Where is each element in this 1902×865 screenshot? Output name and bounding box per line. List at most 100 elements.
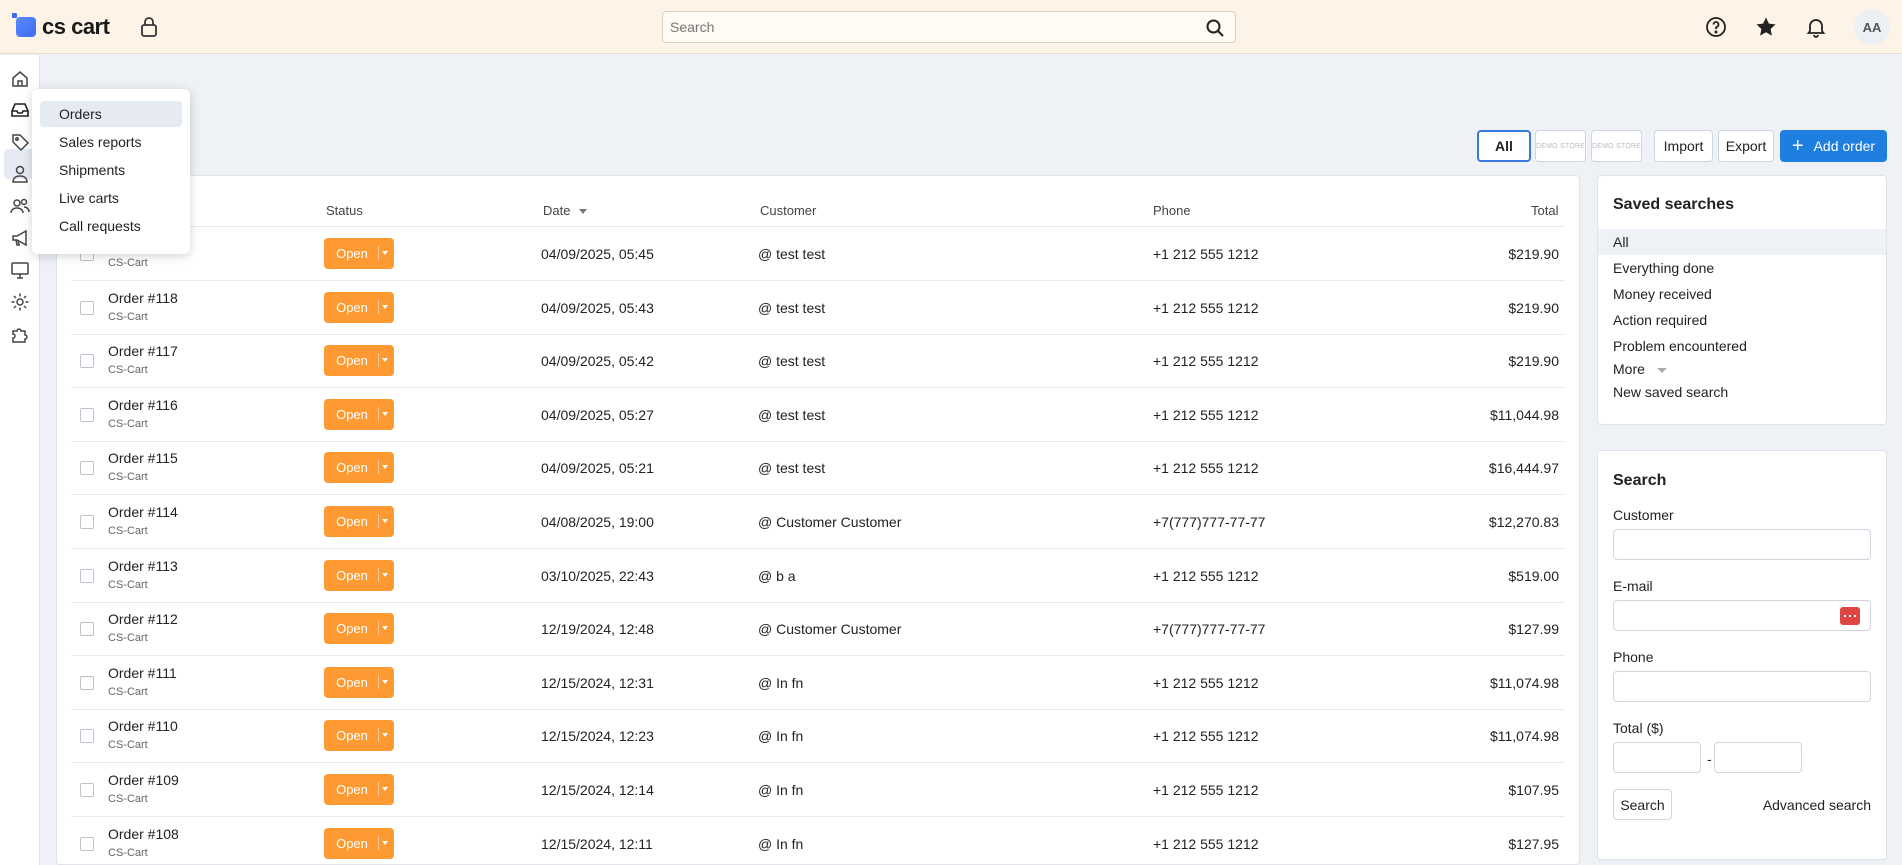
table-row[interactable]: Order #118 CS-Cart Open 04/09/2025, 05:43 @ … bbox=[71, 281, 1565, 335]
order-customer[interactable]: @ b a bbox=[758, 568, 796, 584]
order-customer[interactable]: @ test test bbox=[758, 300, 825, 316]
order-link[interactable]: Order #114 bbox=[108, 504, 178, 520]
row-checkbox[interactable] bbox=[80, 515, 94, 529]
row-checkbox[interactable] bbox=[80, 461, 94, 476]
order-customer[interactable]: @ test test bbox=[758, 460, 825, 476]
status-dropdown[interactable]: Open bbox=[324, 238, 394, 269]
user-icon[interactable] bbox=[10, 164, 30, 184]
order-link[interactable]: Order #116 bbox=[108, 397, 178, 413]
saved-search-money-received[interactable]: Money received bbox=[1598, 281, 1886, 307]
saved-search-everything-done[interactable]: Everything done bbox=[1598, 255, 1886, 281]
gear-icon[interactable] bbox=[10, 292, 30, 312]
status-dropdown[interactable]: Open bbox=[324, 720, 394, 752]
tag-icon[interactable] bbox=[10, 132, 30, 152]
header-date[interactable]: Date bbox=[543, 203, 588, 218]
export-button[interactable]: Export bbox=[1718, 130, 1774, 162]
order-customer[interactable]: @ Customer Customer bbox=[758, 514, 901, 530]
global-search-input[interactable] bbox=[663, 12, 1235, 42]
phone-input[interactable] bbox=[1614, 672, 1870, 701]
order-customer[interactable]: @ test test bbox=[758, 246, 825, 262]
customer-input[interactable] bbox=[1614, 530, 1870, 559]
menu-item-sales-reports[interactable]: Sales reports bbox=[40, 129, 182, 155]
table-row[interactable]: Order #116 CS-Cart Open 04/09/2025, 05:27 @ … bbox=[71, 388, 1565, 442]
new-saved-search-link[interactable]: New saved search bbox=[1598, 379, 1886, 405]
status-dropdown[interactable]: Open bbox=[324, 452, 394, 484]
inbox-icon[interactable] bbox=[10, 100, 30, 120]
order-link[interactable]: Order #108 bbox=[108, 826, 179, 842]
table-row[interactable]: Order #117 CS-Cart Open 04/09/2025, 05:42 @ … bbox=[71, 334, 1565, 389]
row-checkbox[interactable] bbox=[80, 622, 94, 637]
order-customer[interactable]: @ test test bbox=[758, 353, 825, 369]
menu-item-call-requests[interactable]: Call requests bbox=[40, 213, 182, 239]
users-icon[interactable] bbox=[10, 196, 30, 216]
help-icon[interactable] bbox=[1704, 15, 1728, 39]
table-row[interactable]: Order #113 CS-Cart Open 03/10/2025, 22:43 @ … bbox=[71, 549, 1565, 603]
order-customer[interactable]: @ In fn bbox=[758, 836, 803, 852]
menu-item-shipments[interactable]: Shipments bbox=[40, 157, 182, 183]
status-dropdown[interactable]: Open bbox=[324, 774, 394, 805]
status-dropdown[interactable]: Open bbox=[324, 613, 394, 645]
total-from-input[interactable] bbox=[1614, 743, 1700, 772]
row-checkbox[interactable] bbox=[80, 836, 94, 851]
status-dropdown[interactable]: Open bbox=[324, 345, 394, 377]
row-checkbox[interactable] bbox=[80, 675, 94, 690]
row-checkbox[interactable] bbox=[80, 729, 94, 744]
star-icon[interactable] bbox=[1754, 15, 1778, 39]
order-link[interactable]: Order #112 bbox=[108, 611, 178, 627]
monitor-icon[interactable] bbox=[10, 260, 30, 280]
menu-item-orders[interactable]: Orders bbox=[40, 101, 182, 127]
status-dropdown[interactable]: Open bbox=[324, 398, 394, 430]
order-customer[interactable]: @ In fn bbox=[758, 782, 803, 798]
status-dropdown[interactable]: Open bbox=[324, 506, 394, 537]
lock-icon[interactable] bbox=[139, 16, 159, 38]
home-icon[interactable] bbox=[10, 69, 30, 89]
order-link[interactable]: Order #118 bbox=[108, 290, 178, 306]
avatar[interactable]: AA bbox=[1854, 9, 1890, 45]
total-to-input[interactable] bbox=[1715, 743, 1801, 772]
add-order-button[interactable]: + Add order bbox=[1780, 130, 1887, 162]
storefront-demo-button-1[interactable]: DEMO STORE bbox=[1535, 130, 1586, 162]
order-link[interactable]: Order #110 bbox=[108, 718, 178, 734]
import-button[interactable]: Import bbox=[1654, 130, 1713, 162]
order-customer[interactable]: @ Customer Customer bbox=[758, 621, 901, 637]
status-dropdown[interactable]: Open bbox=[324, 827, 394, 859]
email-input[interactable] bbox=[1614, 601, 1870, 630]
saved-search-all[interactable]: All bbox=[1598, 229, 1886, 255]
order-link[interactable]: Order #117 bbox=[108, 343, 178, 359]
order-link[interactable]: Order #115 bbox=[108, 450, 178, 466]
table-row[interactable]: Order #114 CS-Cart Open 04/08/2025, 19:00 @ … bbox=[71, 495, 1565, 549]
table-row[interactable]: Order #111 CS-Cart Open 12/15/2024, 12:31 @ … bbox=[71, 656, 1565, 710]
menu-item-live-carts[interactable]: Live carts bbox=[40, 185, 182, 211]
search-submit-button[interactable]: Search bbox=[1613, 789, 1672, 820]
row-checkbox[interactable] bbox=[80, 354, 94, 369]
order-customer[interactable]: @ In fn bbox=[758, 675, 803, 691]
autofill-dots-icon[interactable] bbox=[1840, 607, 1860, 625]
advanced-search-link[interactable]: Advanced search bbox=[1763, 797, 1871, 813]
table-row[interactable]: Order #115 CS-Cart Open 04/09/2025, 05:21 @ … bbox=[71, 441, 1565, 496]
megaphone-icon[interactable] bbox=[10, 228, 30, 248]
order-link[interactable]: Order #109 bbox=[108, 772, 179, 788]
bell-icon[interactable] bbox=[1804, 15, 1828, 39]
storefront-demo-button-2[interactable]: DEMO STORE bbox=[1591, 130, 1642, 162]
status-dropdown[interactable]: Open bbox=[324, 559, 394, 591]
order-customer[interactable]: @ test test bbox=[758, 407, 825, 423]
order-link[interactable]: Order #111 bbox=[108, 665, 177, 681]
row-checkbox[interactable] bbox=[80, 407, 94, 422]
cs-cart-logo[interactable]: cs cart bbox=[12, 13, 110, 40]
row-checkbox[interactable] bbox=[80, 568, 94, 583]
order-link[interactable]: Order #113 bbox=[108, 558, 178, 574]
search-icon[interactable] bbox=[1205, 18, 1225, 38]
puzzle-icon[interactable] bbox=[10, 324, 30, 344]
table-row[interactable]: Order #112 CS-Cart Open 12/19/2024, 12:48 @ … bbox=[71, 602, 1565, 657]
row-checkbox[interactable] bbox=[80, 783, 94, 797]
table-row[interactable]: Order #110 CS-Cart Open 12/15/2024, 12:23 @ … bbox=[71, 709, 1565, 764]
table-row[interactable]: Order #119CS-CartOpen04/09/2025, 05:45@ … bbox=[71, 227, 1565, 281]
status-dropdown[interactable]: Open bbox=[324, 666, 394, 698]
saved-search-action-required[interactable]: Action required bbox=[1598, 307, 1886, 333]
table-row[interactable]: Order #108 CS-Cart Open 12/15/2024, 12:11 @ … bbox=[71, 817, 1565, 865]
status-dropdown[interactable]: Open bbox=[324, 291, 394, 323]
row-checkbox[interactable] bbox=[80, 300, 94, 315]
table-row[interactable]: Order #109 CS-Cart Open 12/15/2024, 12:14 @ … bbox=[71, 763, 1565, 817]
order-customer[interactable]: @ In fn bbox=[758, 728, 803, 744]
storefront-all-button[interactable]: All bbox=[1477, 130, 1531, 162]
